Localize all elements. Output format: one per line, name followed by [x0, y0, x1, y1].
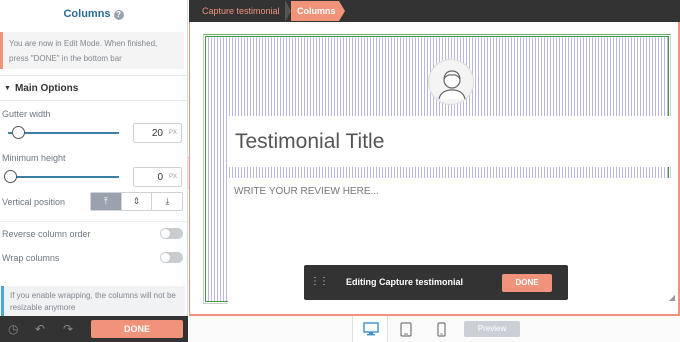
history-icon[interactable]: ◷: [8, 322, 18, 336]
settings-panel: Columns? You are now in Edit Mode. When …: [0, 0, 188, 342]
wrap-columns-label: Wrap columns: [2, 253, 60, 263]
wrap-columns-row: Wrap columns: [0, 246, 187, 268]
panel-bottom-bar: ◷ ↶ ↷ DONE: [0, 316, 188, 342]
minimum-height-slider-thumb[interactable]: [4, 170, 17, 183]
redo-icon[interactable]: ↷: [63, 322, 73, 336]
section-main-options[interactable]: ▼ Main Options: [0, 75, 187, 101]
align-bottom-icon[interactable]: ⤓: [151, 193, 182, 210]
column-block[interactable]: Testimonial Title WRITE YOUR REVIEW HERE…: [205, 36, 677, 304]
drag-handle-icon[interactable]: ⋮⋮: [310, 276, 329, 287]
reverse-column-order-toggle[interactable]: [160, 228, 183, 239]
editing-toolbar: ⋮⋮ Editing Capture testimonial DONE: [304, 265, 568, 300]
minimum-height-row: 0 PX: [0, 166, 187, 188]
avatar-icon[interactable]: [428, 59, 474, 105]
editing-done-button[interactable]: DONE: [502, 274, 552, 292]
editing-label: Editing Capture testimonial: [346, 277, 464, 287]
vertical-position-group: ⤒ ⇕ ⤓: [90, 192, 183, 211]
minimum-height-label: Minimum height: [2, 153, 66, 163]
review-placeholder: WRITE YOUR REVIEW HERE...: [234, 186, 379, 197]
gutter-width-row: 20 PX: [0, 122, 187, 144]
user-silhouette-icon: [438, 70, 466, 100]
preview-button[interactable]: Preview: [464, 321, 520, 337]
gutter-width-slider-thumb[interactable]: [12, 126, 26, 139]
section-title: Main Options: [14, 83, 79, 94]
vertical-position-label: Vertical position: [2, 197, 66, 207]
undo-icon[interactable]: ↶: [35, 322, 45, 336]
wrap-columns-note: If you enable wrapping, the columns will…: [1, 286, 185, 316]
align-top-icon[interactable]: ⤒: [91, 193, 121, 210]
gutter-width-value: 20: [151, 128, 163, 139]
breadcrumb-item-columns[interactable]: Columns: [291, 1, 345, 21]
edit-mode-notice: You are now in Edit Mode. When finished,…: [0, 32, 184, 69]
tablet-icon[interactable]: [400, 322, 412, 337]
minimum-height-unit: PX: [168, 174, 177, 180]
panel-header: Columns?: [0, 0, 187, 26]
minimum-height-input[interactable]: 0 PX: [133, 167, 182, 187]
testimonial-title-block[interactable]: Testimonial Title: [228, 116, 677, 167]
gutter-width-label: Gutter width: [2, 109, 51, 119]
panel-title: Columns: [63, 8, 111, 20]
device-desktop-button[interactable]: [352, 316, 388, 342]
resize-handle-icon[interactable]: ◢: [669, 293, 675, 302]
align-middle-icon[interactable]: ⇕: [120, 193, 152, 210]
gutter-width-unit: PX: [168, 130, 177, 136]
help-icon[interactable]: ?: [113, 10, 124, 20]
minimum-height-slider-track[interactable]: [8, 176, 119, 178]
done-button[interactable]: DONE: [91, 320, 183, 338]
device-bar: Preview: [189, 316, 680, 342]
breadcrumb: Capture testimonial Columns: [189, 0, 680, 22]
vertical-position-row: Vertical position ⤒ ⇕ ⤓: [0, 191, 187, 213]
minimum-height-value: 0: [157, 172, 163, 183]
reverse-column-order-label: Reverse column order: [2, 229, 91, 239]
desktop-icon: [363, 322, 379, 336]
mobile-icon[interactable]: [437, 322, 446, 337]
breadcrumb-item-capture-testimonial[interactable]: Capture testimonial: [190, 0, 291, 22]
testimonial-title: Testimonial Title: [235, 130, 385, 153]
wrap-columns-toggle[interactable]: [160, 252, 183, 263]
reverse-column-order-row: Reverse column order: [0, 221, 187, 243]
gutter-width-input[interactable]: 20 PX: [133, 123, 182, 143]
caret-down-icon: ▼: [4, 85, 11, 92]
